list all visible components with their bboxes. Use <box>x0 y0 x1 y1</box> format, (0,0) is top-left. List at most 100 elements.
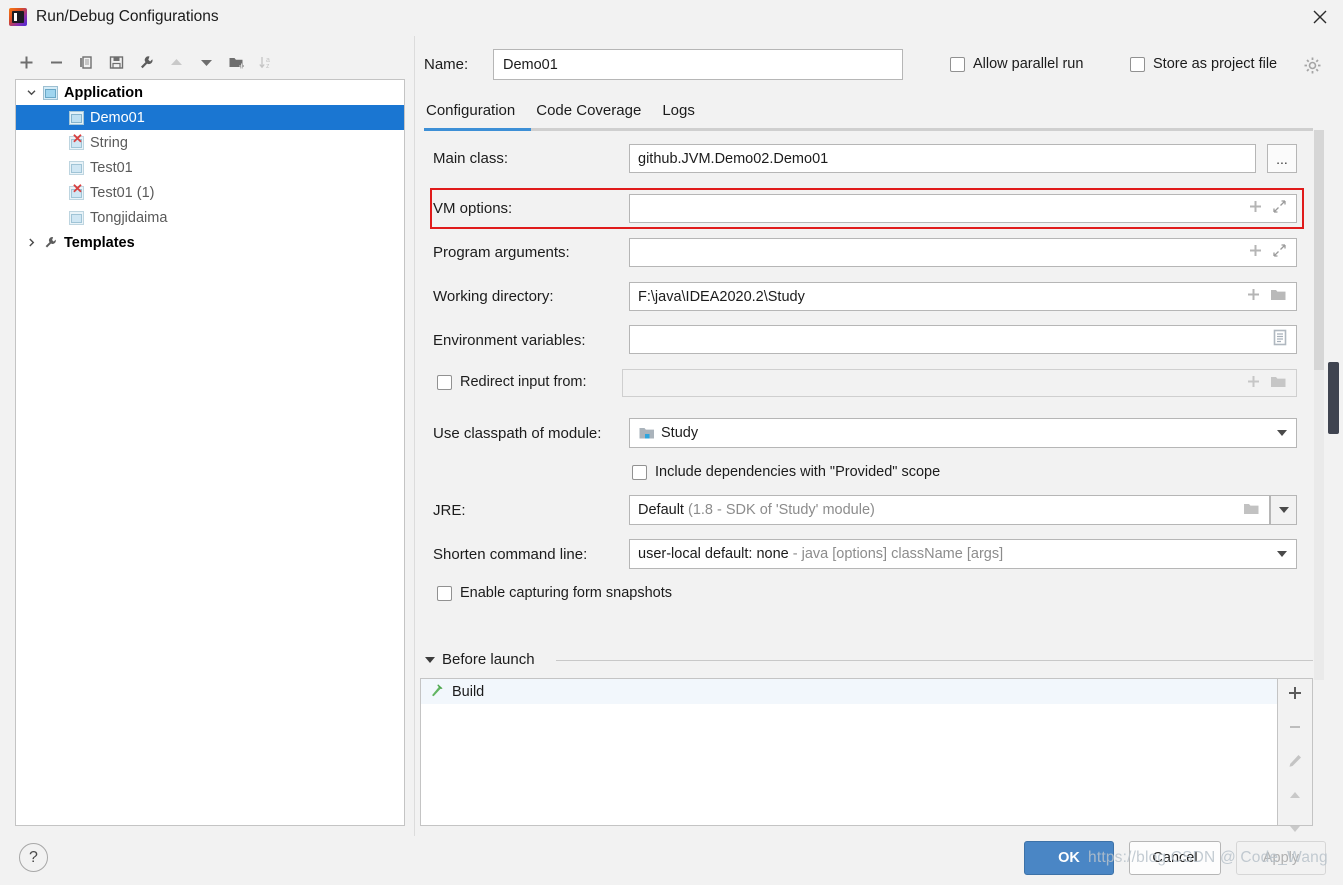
working-directory-label: Working directory: <box>433 288 554 305</box>
program-arguments-input[interactable] <box>629 238 1297 267</box>
tab-configuration[interactable]: Configuration <box>424 100 517 127</box>
main-class-value: github.JVM.Demo02.Demo01 <box>638 150 829 167</box>
save-configuration-button[interactable] <box>102 49 131 75</box>
list-edit-icon[interactable] <box>1273 329 1287 350</box>
include-provided-scope-checkbox[interactable]: Include dependencies with "Provided" sco… <box>632 464 940 480</box>
redirect-input-checkbox[interactable]: Redirect input from: <box>437 374 587 390</box>
jre-combobox[interactable]: Default (1.8 - SDK of 'Study' module) <box>629 495 1270 525</box>
checkbox-box <box>437 585 452 601</box>
before-launch-task-label: Build <box>452 683 485 700</box>
add-task-button[interactable] <box>1284 685 1306 701</box>
tree-node-test01-1[interactable]: ✕ Test01 (1) <box>16 180 404 205</box>
chevron-down-icon[interactable] <box>1277 430 1287 436</box>
plus-icon[interactable] <box>1246 287 1261 306</box>
tree-node-application[interactable]: Application <box>16 80 404 105</box>
tab-code-coverage[interactable]: Code Coverage <box>534 100 643 127</box>
checkbox-box <box>1130 56 1145 72</box>
main-class-input[interactable]: github.JVM.Demo02.Demo01 <box>629 144 1256 173</box>
edit-templates-button[interactable] <box>132 49 161 75</box>
help-button[interactable]: ? <box>19 843 48 872</box>
tab-underline-track <box>424 128 1313 131</box>
tab-logs[interactable]: Logs <box>660 100 697 127</box>
configurations-toolbar: a z <box>12 48 407 76</box>
tree-node-string[interactable]: ✕ String <box>16 130 404 155</box>
before-launch-task-row[interactable]: Build <box>421 679 1277 704</box>
folder-icon[interactable] <box>1243 501 1260 520</box>
sort-alphabetically-button[interactable]: a z <box>252 49 281 75</box>
application-icon <box>40 85 60 100</box>
before-launch-divider <box>556 660 1313 661</box>
enable-form-snapshots-checkbox[interactable]: Enable capturing form snapshots <box>437 585 672 601</box>
tree-node-test01[interactable]: Test01 <box>16 155 404 180</box>
ellipsis-icon: ... <box>1276 150 1288 167</box>
before-launch-task-list[interactable]: Build <box>420 678 1278 826</box>
window-scrollbar-thumb[interactable] <box>1328 362 1339 434</box>
plus-icon[interactable] <box>1246 374 1261 393</box>
tree-node-tongjidaima[interactable]: Tongjidaima <box>16 205 404 230</box>
vm-options-input[interactable] <box>629 194 1297 223</box>
window-title: Run/Debug Configurations <box>36 7 219 25</box>
content-scrollbar-thumb[interactable] <box>1314 130 1324 370</box>
checkbox-box <box>632 464 647 480</box>
add-configuration-button[interactable] <box>12 49 41 75</box>
redirect-input-field[interactable] <box>622 369 1297 397</box>
shorten-command-line-combobox[interactable]: user-local default: none - java [options… <box>629 539 1297 569</box>
folder-icon[interactable] <box>1270 287 1287 306</box>
module-icon <box>637 426 657 440</box>
help-label: ? <box>29 848 38 866</box>
environment-variables-input[interactable] <box>629 325 1297 354</box>
expand-icon[interactable] <box>1272 243 1287 262</box>
allow-parallel-run-checkbox[interactable]: Allow parallel run <box>950 56 1083 72</box>
tree-node-label: Demo01 <box>90 109 145 126</box>
jre-value: Default <box>638 502 684 518</box>
gear-icon[interactable] <box>1303 56 1323 76</box>
use-classpath-combobox[interactable]: Study <box>629 418 1297 448</box>
chevron-down-icon[interactable] <box>22 87 40 98</box>
include-provided-scope-label: Include dependencies with "Provided" sco… <box>655 464 941 480</box>
store-as-project-file-label: Store as project file <box>1153 56 1278 72</box>
configurations-tree[interactable]: Application Demo01 ✕ String Test01 ✕ Tes… <box>15 79 405 826</box>
run-debug-configurations-dialog: Run/Debug Configurations a z Application… <box>0 0 1343 885</box>
jre-dropdown-button[interactable] <box>1270 495 1297 525</box>
expand-icon[interactable] <box>1272 199 1287 218</box>
name-label: Name: <box>424 56 469 73</box>
jre-value-hint: (1.8 - SDK of 'Study' module) <box>687 502 875 518</box>
move-down-button[interactable] <box>192 49 221 75</box>
copy-configuration-button[interactable] <box>72 49 101 75</box>
checkbox-box <box>950 56 965 72</box>
allow-parallel-run-label: Allow parallel run <box>973 56 1084 72</box>
svg-text:z: z <box>266 63 270 70</box>
before-launch-header[interactable]: Before launch <box>425 651 535 668</box>
main-class-browse-button[interactable]: ... <box>1267 144 1297 173</box>
chevron-right-icon[interactable] <box>22 237 40 248</box>
ok-label: OK <box>1058 850 1080 866</box>
tree-node-demo01[interactable]: Demo01 <box>16 105 404 130</box>
intellij-idea-icon <box>9 7 27 26</box>
config-icon: ✕ <box>66 182 86 200</box>
chevron-down-icon[interactable] <box>425 656 435 663</box>
config-icon <box>66 160 86 175</box>
edit-task-button[interactable] <box>1284 753 1306 769</box>
watermark-text: https://blog.CSDN @ Code_Wang <box>1088 849 1328 866</box>
remove-configuration-button[interactable] <box>42 49 71 75</box>
store-as-project-file-checkbox[interactable]: Store as project file <box>1130 56 1277 72</box>
new-folder-button[interactable] <box>222 49 251 75</box>
build-hammer-icon <box>429 682 445 702</box>
tree-node-templates[interactable]: Templates <box>16 230 404 255</box>
chevron-down-icon[interactable] <box>1277 551 1287 557</box>
close-icon[interactable] <box>1297 0 1343 33</box>
name-input[interactable]: Demo01 <box>493 49 903 80</box>
working-directory-input[interactable]: F:\java\IDEA2020.2\Study <box>629 282 1297 311</box>
window-scrollbar-track[interactable] <box>1325 36 1341 836</box>
plus-icon[interactable] <box>1248 199 1263 218</box>
shorten-command-line-value: user-local default: none <box>638 546 789 562</box>
shorten-command-line-label: Shorten command line: <box>433 546 588 563</box>
move-up-button[interactable] <box>162 49 191 75</box>
move-task-up-button[interactable] <box>1284 787 1306 803</box>
tree-node-label: Test01 <box>90 159 133 176</box>
move-task-down-button[interactable] <box>1284 821 1306 837</box>
plus-icon[interactable] <box>1248 243 1263 262</box>
folder-icon[interactable] <box>1270 374 1287 393</box>
use-classpath-value: Study <box>661 425 699 441</box>
remove-task-button[interactable] <box>1284 719 1306 735</box>
